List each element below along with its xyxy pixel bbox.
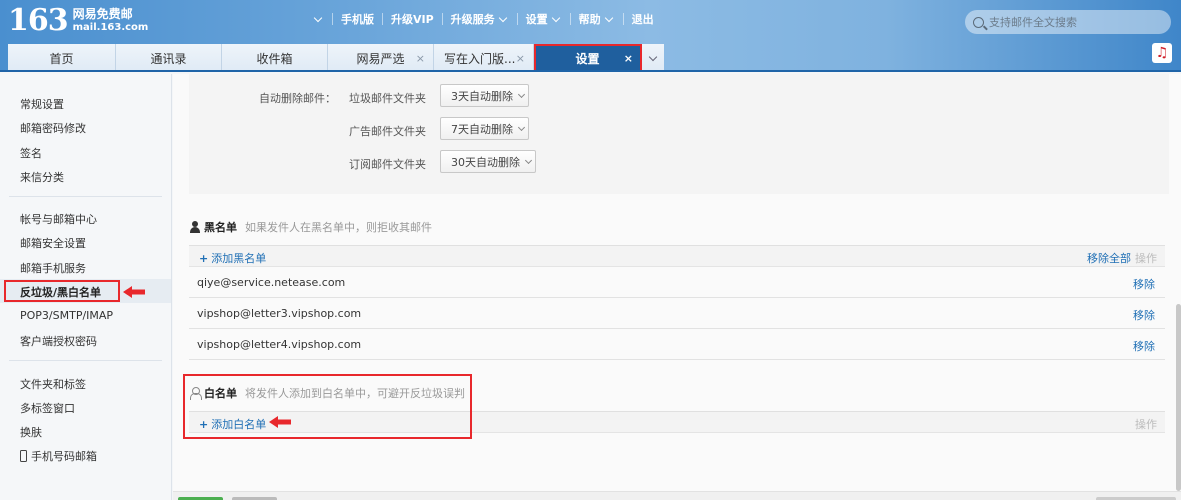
account-dropdown[interactable] bbox=[312, 13, 324, 22]
sidebar-item-mail-rules[interactable]: 来信分类 bbox=[20, 169, 64, 185]
sidebar-item-skin[interactable]: 换肤 bbox=[20, 424, 42, 440]
remove-link[interactable]: 移除 bbox=[1133, 276, 1155, 292]
annotation-arrow-left-icon bbox=[123, 286, 145, 298]
column-header-actions: 操作 bbox=[1135, 418, 1157, 431]
divider bbox=[441, 13, 443, 25]
divider bbox=[332, 13, 333, 25]
sidebar-item-client-auth[interactable]: 客户端授权密码 bbox=[20, 333, 97, 349]
annotation-highlight-box bbox=[183, 374, 472, 439]
sidebar-item-multi-tab[interactable]: 多标签窗口 bbox=[20, 400, 75, 416]
folder-label: 订阅邮件文件夹 bbox=[349, 158, 426, 171]
tab-home[interactable]: 首页 bbox=[8, 44, 116, 72]
tab-inbox[interactable]: 收件箱 bbox=[222, 44, 328, 72]
nav-settings[interactable]: 设置 bbox=[526, 11, 562, 27]
remove-link[interactable]: 移除 bbox=[1133, 307, 1155, 323]
tab-settings[interactable]: 设置 × bbox=[534, 44, 642, 72]
divider bbox=[622, 13, 624, 25]
tab-more-button[interactable] bbox=[642, 44, 664, 72]
sidebar-item-signature[interactable]: 签名 bbox=[20, 145, 42, 161]
logo-number: 163 bbox=[8, 3, 69, 38]
blacklist-row: vipshop@letter3.vipshop.com 移除 bbox=[189, 298, 1165, 329]
divider bbox=[9, 196, 162, 197]
settings-content: 自动删除邮件： 垃圾邮件文件夹 3天自动删除 广告邮件文件夹 7天自动删除 订阅… bbox=[173, 74, 1181, 500]
add-blacklist-link[interactable]: + 添加黑名单 bbox=[199, 250, 266, 266]
blacklist-title: 黑名单 如果发件人在黑名单中，则拒收其邮件 bbox=[189, 219, 432, 235]
junk-auto-delete-select[interactable]: 3天自动删除 bbox=[440, 84, 529, 107]
blacklist-header: + 添加黑名单 移除全部 操作 bbox=[189, 245, 1165, 267]
folder-label: 广告邮件文件夹 bbox=[349, 125, 426, 138]
blacklist-row: qiye@service.netease.com 移除 bbox=[189, 267, 1165, 298]
sidebar-item-mobile-service[interactable]: 邮箱手机服务 bbox=[20, 260, 86, 276]
remove-all-link[interactable]: 移除全部 bbox=[1087, 250, 1131, 266]
annotation-arrow-left-icon bbox=[269, 416, 291, 428]
logo-title: 网易免费邮 bbox=[72, 7, 133, 21]
sidebar-item-pop3[interactable]: POP3/SMTP/IMAP bbox=[20, 309, 113, 322]
remove-link[interactable]: 移除 bbox=[1133, 338, 1155, 354]
search-input[interactable] bbox=[989, 15, 1159, 29]
scrollbar[interactable] bbox=[1176, 304, 1181, 491]
sidebar-item-password[interactable]: 邮箱密码修改 bbox=[20, 120, 86, 136]
sidebar-item-security[interactable]: 邮箱安全设置 bbox=[20, 235, 86, 251]
chevron-down-icon bbox=[517, 123, 526, 131]
divider bbox=[9, 360, 162, 361]
sidebar-item-general[interactable]: 常规设置 bbox=[20, 96, 64, 112]
column-header-actions: 操作 bbox=[1135, 252, 1157, 265]
close-icon[interactable]: × bbox=[624, 52, 633, 65]
top-nav: 手机版 升级VIP 升级服务 设置 帮助 退出 bbox=[312, 11, 654, 27]
sidebar-item-phone-mailbox[interactable]: 手机号码邮箱 bbox=[20, 448, 97, 464]
divider bbox=[382, 13, 383, 25]
chevron-down-icon bbox=[604, 13, 613, 22]
divider bbox=[516, 13, 518, 25]
header-bar: 163 网易免费邮 mail.163.com 手机版 升级VIP 升级服务 设置… bbox=[0, 0, 1181, 72]
logo[interactable]: 163 网易免费邮 mail.163.com bbox=[8, 6, 148, 36]
music-icon[interactable]: ♫ bbox=[1152, 43, 1172, 63]
logo-url: mail.163.com bbox=[72, 22, 149, 33]
chevron-down-icon bbox=[313, 13, 323, 22]
ads-auto-delete-select[interactable]: 7天自动删除 bbox=[440, 117, 529, 140]
sidebar-item-folders[interactable]: 文件夹和标签 bbox=[20, 376, 86, 392]
divider bbox=[569, 13, 571, 25]
chevron-down-icon bbox=[648, 52, 658, 61]
tab-contacts[interactable]: 通讯录 bbox=[116, 44, 222, 72]
tab-yanxuan[interactable]: 网易严选 × bbox=[328, 44, 434, 72]
folder-label: 垃圾邮件文件夹 bbox=[349, 92, 426, 105]
phone-icon bbox=[20, 450, 27, 462]
user-icon bbox=[189, 221, 201, 233]
tab-bar: 首页 通讯录 收件箱 网易严选 × 写在入门版... × 设置 × bbox=[8, 44, 664, 72]
nav-help[interactable]: 帮助 bbox=[579, 11, 615, 27]
auto-delete-panel bbox=[189, 74, 1169, 194]
chevron-down-icon bbox=[517, 90, 526, 98]
search-box bbox=[965, 10, 1171, 34]
bottom-toolbar bbox=[173, 491, 1181, 500]
nav-logout[interactable]: 退出 bbox=[632, 11, 654, 27]
close-icon[interactable]: × bbox=[516, 52, 525, 65]
sidebar-item-account-center[interactable]: 帐号与邮箱中心 bbox=[20, 211, 97, 227]
subscription-auto-delete-select[interactable]: 30天自动删除 bbox=[440, 150, 536, 173]
chevron-down-icon bbox=[551, 13, 560, 22]
nav-upgrade-service[interactable]: 升级服务 bbox=[451, 11, 509, 27]
chevron-down-icon bbox=[524, 156, 533, 164]
blacklist-email: vipshop@letter3.vipshop.com bbox=[197, 307, 362, 320]
chevron-down-icon bbox=[498, 13, 507, 22]
blacklist-email: vipshop@letter4.vipshop.com bbox=[197, 338, 362, 351]
nav-mobile[interactable]: 手机版 bbox=[341, 11, 374, 27]
search-icon[interactable] bbox=[973, 16, 984, 28]
nav-upgrade-vip[interactable]: 升级VIP bbox=[391, 11, 434, 27]
plus-icon: + bbox=[199, 252, 209, 265]
annotation-highlight-box bbox=[4, 280, 120, 302]
blacklist-email: qiye@service.netease.com bbox=[197, 276, 346, 289]
auto-delete-label: 自动删除邮件： bbox=[259, 92, 336, 105]
close-icon[interactable]: × bbox=[416, 52, 425, 65]
blacklist-row: vipshop@letter4.vipshop.com 移除 bbox=[189, 329, 1165, 360]
tab-compose[interactable]: 写在入门版... × bbox=[434, 44, 534, 72]
